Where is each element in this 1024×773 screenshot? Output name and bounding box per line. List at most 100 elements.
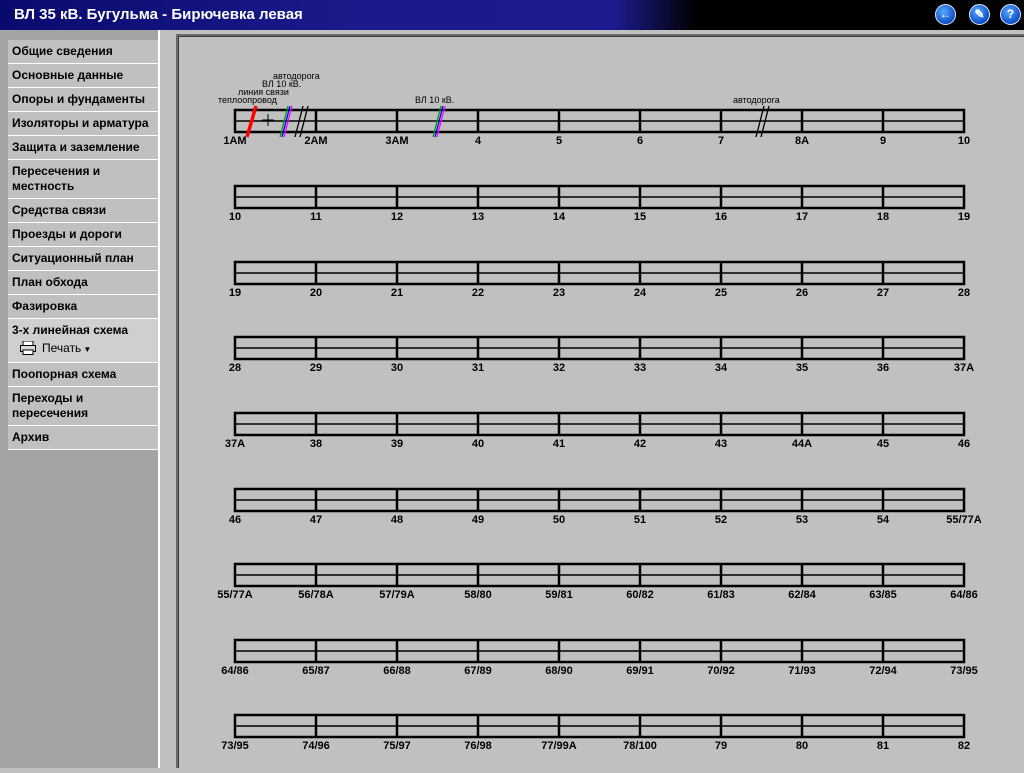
sidebar-item-archive[interactable]: Архив xyxy=(8,426,158,450)
support-label: 17 xyxy=(796,211,808,223)
sidebar-item-label: 3-х линейная схема xyxy=(12,323,129,337)
sidebar-item-crossings-terrain[interactable]: Пересечения и местность xyxy=(8,160,158,199)
help-icon: ? xyxy=(1006,7,1015,21)
support-label: 69/91 xyxy=(626,665,654,677)
sidebar-item-inspection-plan[interactable]: План обхода xyxy=(8,271,158,295)
back-button[interactable]: ← xyxy=(935,4,956,25)
sidebar-item-transitions[interactable]: Переходы и пересечения xyxy=(8,387,158,426)
sidebar-item-three-line-schema[interactable]: 3-х линейная схема Печать ▼ xyxy=(8,319,158,363)
support-label: 82 xyxy=(958,740,970,752)
support-label: 59/81 xyxy=(545,589,573,601)
support-label: 22 xyxy=(472,287,484,299)
support-label: 61/83 xyxy=(707,589,735,601)
support-label: 73/95 xyxy=(950,665,978,677)
support-label: 68/90 xyxy=(545,665,573,677)
support-label: 67/89 xyxy=(464,665,492,677)
support-label: 19 xyxy=(229,287,241,299)
support-label: 31 xyxy=(472,362,484,374)
support-label: 71/93 xyxy=(788,665,816,677)
support-label: 75/97 xyxy=(383,740,411,752)
sidebar-item-protection[interactable]: Защита и заземление xyxy=(8,136,158,160)
support-label: 10 xyxy=(958,135,970,147)
support-label: 49 xyxy=(472,514,484,526)
support-label: 70/92 xyxy=(707,665,735,677)
sidebar-item-per-support-schema[interactable]: Поопорная схема xyxy=(8,363,158,387)
support-label: 15 xyxy=(634,211,646,223)
support-label: 79 xyxy=(715,740,727,752)
support-label: 44А xyxy=(792,438,812,450)
support-label: 10 xyxy=(229,211,241,223)
support-label: 63/85 xyxy=(869,589,897,601)
sidebar-item-phasing[interactable]: Фазировка xyxy=(8,295,158,319)
sidebar-item-supports[interactable]: Опоры и фундаменты xyxy=(8,88,158,112)
support-label: 18 xyxy=(877,211,889,223)
sidebar-item-insulators[interactable]: Изоляторы и арматура xyxy=(8,112,158,136)
sidebar-item-situational-plan[interactable]: Ситуационный план xyxy=(8,247,158,271)
crossing-label: автодорога xyxy=(273,71,320,81)
support-label: 3АМ xyxy=(385,135,408,147)
support-label: 13 xyxy=(472,211,484,223)
support-label: 37А xyxy=(954,362,974,374)
support-label: 20 xyxy=(310,287,322,299)
print-button[interactable]: Печать ▼ xyxy=(42,341,91,357)
support-label: 39 xyxy=(391,438,403,450)
support-label: 54 xyxy=(877,514,890,526)
support-label: 23 xyxy=(553,287,565,299)
support-label: 29 xyxy=(310,362,322,374)
support-label: 43 xyxy=(715,438,727,450)
support-label: 76/98 xyxy=(464,740,492,752)
support-label: 66/88 xyxy=(383,665,411,677)
support-label: 1АМ xyxy=(223,135,246,147)
sidebar-item-roads[interactable]: Проезды и дороги xyxy=(8,223,158,247)
support-label: 64/86 xyxy=(950,589,978,601)
support-label: 80 xyxy=(796,740,808,752)
sidebar-item-general[interactable]: Общие сведения xyxy=(8,40,158,64)
edit-button[interactable]: ✎ xyxy=(969,4,990,25)
sidebar-item-comm[interactable]: Средства связи xyxy=(8,199,158,223)
support-label: 72/94 xyxy=(869,665,897,677)
support-label: 19 xyxy=(958,211,970,223)
pencil-icon: ✎ xyxy=(974,7,985,21)
crossing-label: ВЛ 10 кВ. xyxy=(415,95,454,105)
support-label: 4 xyxy=(475,135,482,147)
support-label: 34 xyxy=(715,362,728,374)
support-label: 77/99А xyxy=(541,740,577,752)
support-label: 52 xyxy=(715,514,727,526)
support-label: 2АМ xyxy=(304,135,327,147)
support-label: 48 xyxy=(391,514,403,526)
help-button[interactable]: ? xyxy=(1000,4,1021,25)
support-label: 32 xyxy=(553,362,565,374)
support-label: 41 xyxy=(553,438,565,450)
support-label: 46 xyxy=(229,514,241,526)
support-label: 28 xyxy=(229,362,241,374)
support-label: 5 xyxy=(556,135,562,147)
support-label: 78/100 xyxy=(623,740,657,752)
support-label: 37А xyxy=(225,438,245,450)
printer-icon xyxy=(20,341,36,355)
support-label: 14 xyxy=(553,211,566,223)
title-bar: ВЛ 35 кВ. Бугульма - Бирючевка левая ← ✎… xyxy=(0,0,1024,30)
sidebar: Общие сведения Основные данные Опоры и ф… xyxy=(0,30,160,768)
support-label: 30 xyxy=(391,362,403,374)
support-label: 47 xyxy=(310,514,322,526)
support-label: 21 xyxy=(391,287,403,299)
dropdown-arrow-icon: ▼ xyxy=(83,345,92,354)
support-label: 55/77А xyxy=(946,514,982,526)
support-label: 81 xyxy=(877,740,889,752)
support-label: 27 xyxy=(877,287,889,299)
support-label: 55/77А xyxy=(217,589,253,601)
support-label: 73/95 xyxy=(221,740,249,752)
support-label: 74/96 xyxy=(302,740,330,752)
support-label: 11 xyxy=(310,211,322,223)
support-label: 56/78А xyxy=(298,589,334,601)
support-label: 25 xyxy=(715,287,727,299)
support-label: 26 xyxy=(796,287,808,299)
support-label: 7 xyxy=(718,135,724,147)
support-label: 46 xyxy=(958,438,970,450)
support-label: 28 xyxy=(958,287,970,299)
support-label: 62/84 xyxy=(788,589,816,601)
sidebar-item-main-data[interactable]: Основные данные xyxy=(8,64,158,88)
support-label: 8А xyxy=(795,135,809,147)
support-label: 42 xyxy=(634,438,646,450)
support-label: 40 xyxy=(472,438,484,450)
